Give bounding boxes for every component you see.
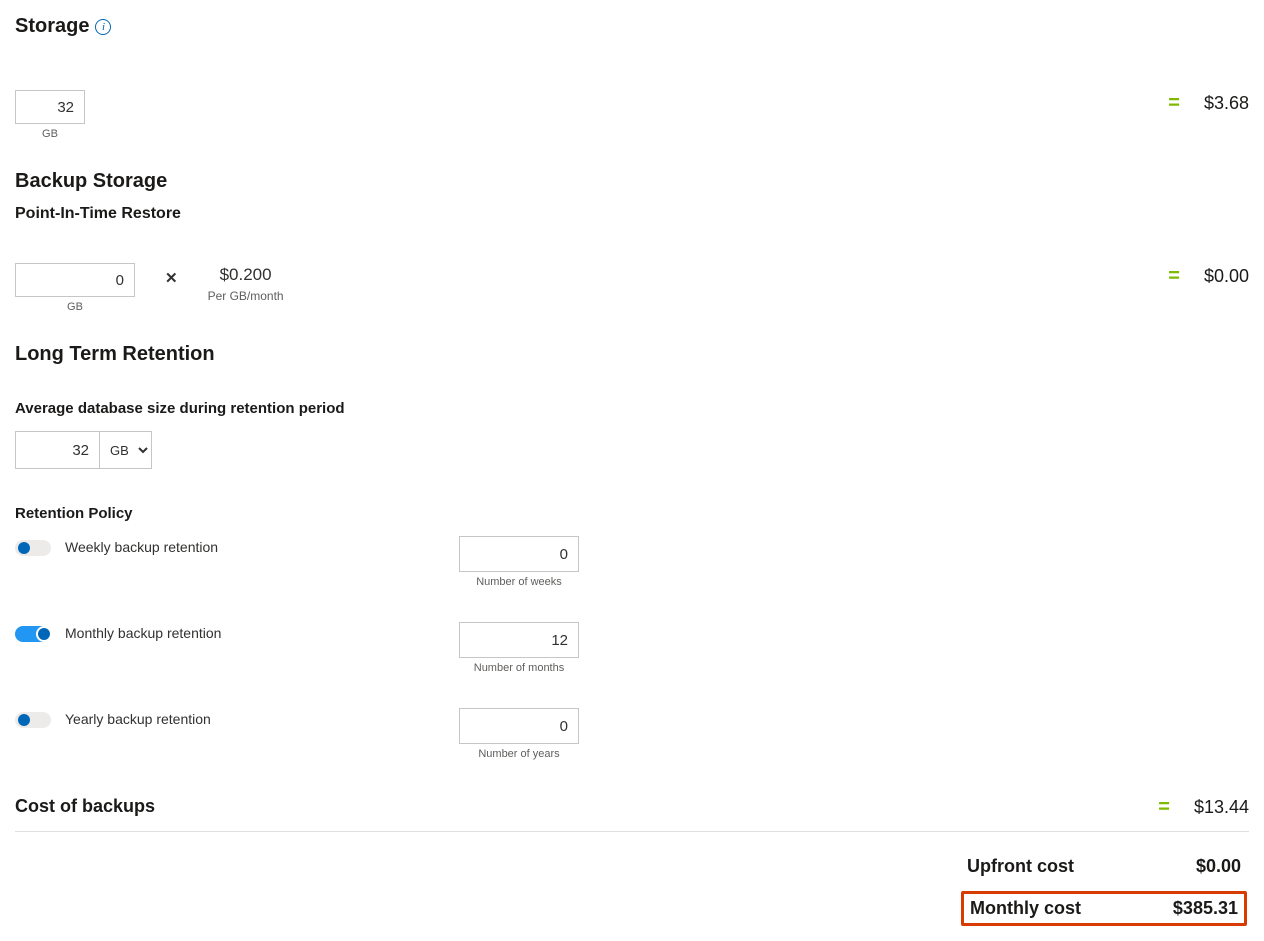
weekly-label: Weekly backup retention [65, 536, 445, 555]
equals-icon: = [1158, 796, 1170, 819]
backup-storage-heading: Backup Storage [15, 170, 167, 193]
pitr-rate: $0.200 [220, 265, 272, 285]
pitr-rate-unit: Per GB/month [208, 289, 284, 303]
monthly-toggle[interactable] [15, 626, 51, 642]
weekly-toggle[interactable] [15, 540, 51, 556]
storage-input[interactable] [15, 90, 85, 124]
equals-icon: = [1168, 265, 1180, 288]
yearly-toggle[interactable] [15, 712, 51, 728]
upfront-cost-value: $0.00 [1196, 856, 1241, 877]
info-icon[interactable]: i [95, 19, 111, 35]
yearly-input[interactable] [459, 708, 579, 744]
divider [15, 831, 1249, 832]
multiply-icon: ✕ [165, 269, 178, 287]
yearly-label: Yearly backup retention [65, 708, 445, 727]
storage-unit-label: GB [42, 128, 58, 140]
storage-result: $3.68 [1204, 93, 1249, 114]
storage-heading: Storage [15, 15, 89, 38]
cost-of-backups-result: $13.44 [1194, 797, 1249, 818]
yearly-caption: Number of years [478, 748, 559, 760]
retention-policy-label: Retention Policy [15, 505, 1249, 522]
avg-db-size-input[interactable] [15, 431, 99, 469]
ltr-heading: Long Term Retention [15, 343, 215, 366]
avg-db-size-unit-select[interactable]: GB [99, 431, 152, 469]
weekly-caption: Number of weeks [476, 576, 562, 588]
pitr-input[interactable] [15, 263, 135, 297]
equals-icon: = [1168, 92, 1180, 115]
pitr-heading: Point-In-Time Restore [15, 205, 1249, 223]
pitr-unit-label: GB [67, 301, 83, 313]
monthly-cost-value: $385.31 [1173, 898, 1238, 919]
weekly-input[interactable] [459, 536, 579, 572]
cost-of-backups-label: Cost of backups [15, 796, 155, 817]
monthly-label: Monthly backup retention [65, 622, 445, 641]
avg-db-size-label: Average database size during retention p… [15, 400, 1249, 417]
monthly-cost-label: Monthly cost [970, 898, 1081, 919]
upfront-cost-label: Upfront cost [967, 856, 1074, 877]
monthly-input[interactable] [459, 622, 579, 658]
pitr-result: $0.00 [1204, 266, 1249, 287]
monthly-caption: Number of months [474, 662, 564, 674]
